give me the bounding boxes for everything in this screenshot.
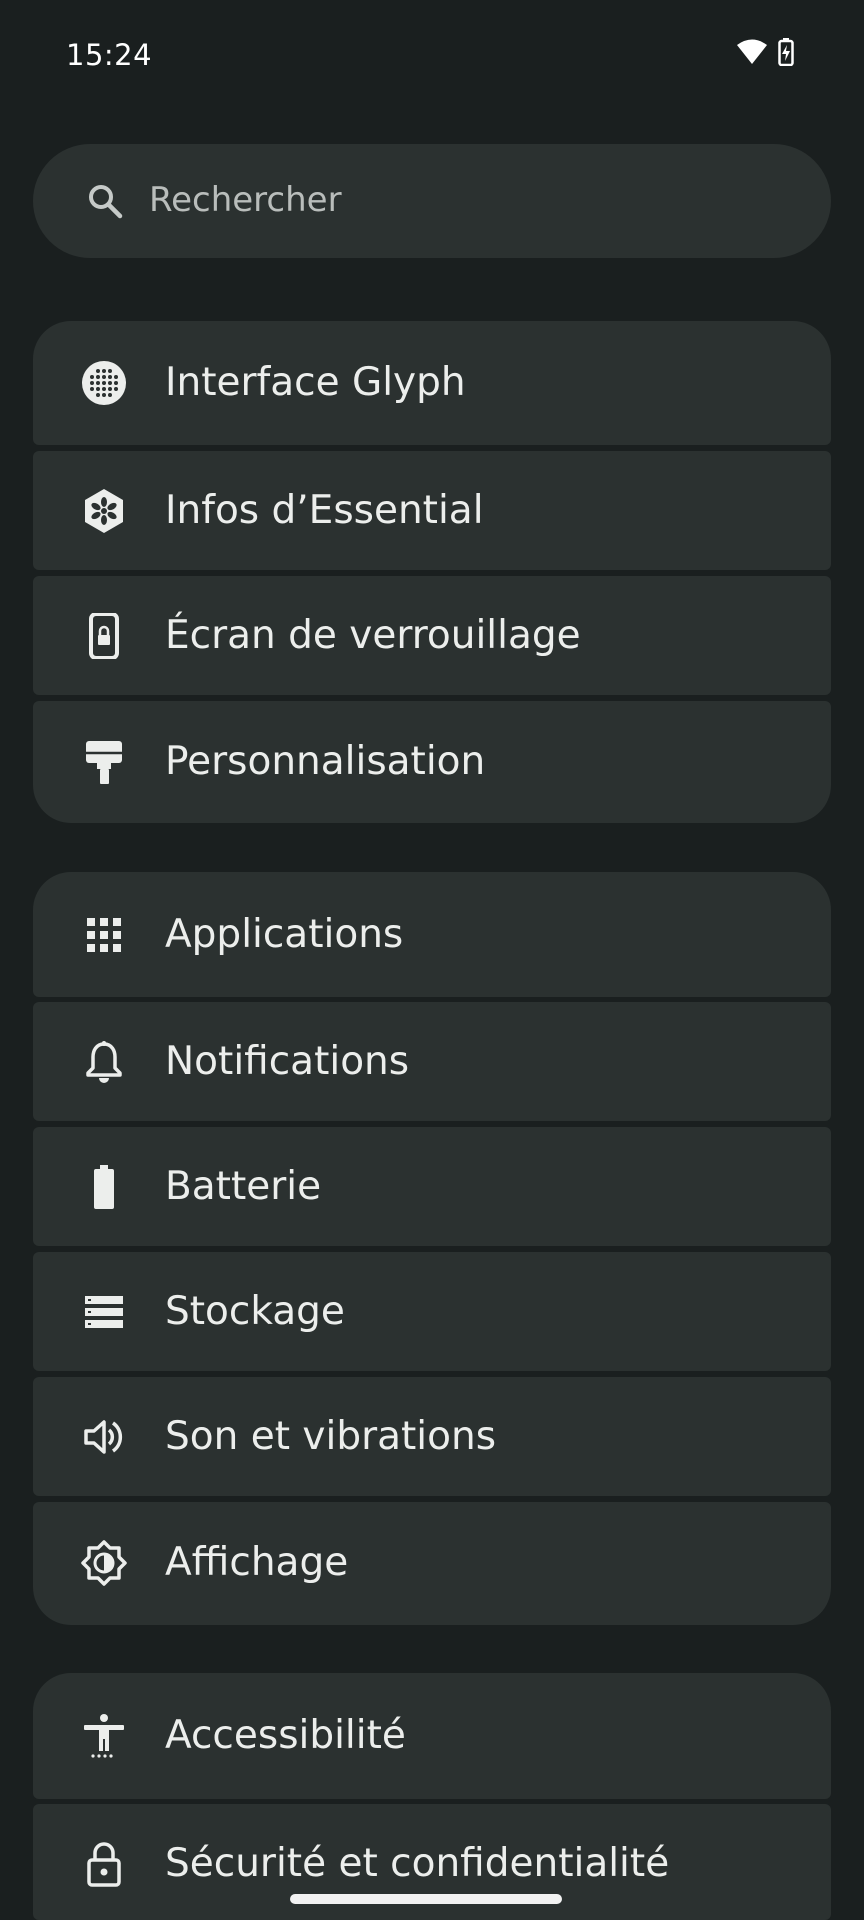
storage-icon xyxy=(81,1289,127,1335)
settings-item-label: Son et vibrations xyxy=(165,1414,497,1459)
settings-item-label: Écran de verrouillage xyxy=(165,613,581,658)
battery-icon xyxy=(81,1164,127,1210)
settings-item-label: Notifications xyxy=(165,1039,410,1084)
settings-item-display[interactable]: Affichage xyxy=(33,1502,831,1625)
settings-item-label: Applications xyxy=(165,912,404,957)
settings-item-sound-vibration[interactable]: Son et vibrations xyxy=(33,1377,831,1496)
settings-item-storage[interactable]: Stockage xyxy=(33,1252,831,1371)
glyph-icon xyxy=(81,360,127,406)
search-placeholder: Rechercher xyxy=(149,180,342,220)
settings-item-glyph-interface[interactable]: Interface Glyph xyxy=(33,321,831,445)
apps-grid-icon xyxy=(81,912,127,958)
settings-item-label: Stockage xyxy=(165,1289,345,1334)
home-indicator[interactable] xyxy=(290,1894,562,1904)
settings-item-label: Accessibilité xyxy=(165,1713,406,1758)
lock-screen-icon xyxy=(81,613,127,659)
settings-item-label: Infos d’Essential xyxy=(165,488,484,533)
volume-icon xyxy=(81,1414,127,1460)
status-bar: 15:24 xyxy=(0,0,864,110)
settings-item-battery[interactable]: Batterie xyxy=(33,1127,831,1246)
accessibility-icon xyxy=(81,1713,127,1759)
settings-item-lock-screen[interactable]: Écran de verrouillage xyxy=(33,576,831,695)
essential-icon xyxy=(81,488,127,534)
settings-item-accessibility[interactable]: Accessibilité xyxy=(33,1673,831,1799)
padlock-icon xyxy=(81,1841,127,1887)
paint-roller-icon xyxy=(81,739,127,785)
settings-item-label: Affichage xyxy=(165,1540,349,1585)
status-time: 15:24 xyxy=(66,38,153,72)
settings-item-notifications[interactable]: Notifications xyxy=(33,1002,831,1121)
settings-item-label: Sécurité et confidentialité xyxy=(165,1841,670,1886)
settings-item-label: Personnalisation xyxy=(165,739,486,784)
settings-item-label: Batterie xyxy=(165,1164,322,1209)
brightness-icon xyxy=(81,1540,127,1586)
wifi-icon xyxy=(736,38,768,70)
search-bar[interactable]: Rechercher xyxy=(33,144,831,258)
settings-item-essential-info[interactable]: Infos d’Essential xyxy=(33,451,831,570)
settings-item-label: Interface Glyph xyxy=(165,360,466,405)
status-icons xyxy=(736,38,794,70)
search-icon xyxy=(85,181,125,221)
bell-icon xyxy=(81,1039,127,1085)
battery-charging-icon xyxy=(778,38,794,70)
settings-item-applications[interactable]: Applications xyxy=(33,872,831,997)
settings-item-personalization[interactable]: Personnalisation xyxy=(33,701,831,823)
